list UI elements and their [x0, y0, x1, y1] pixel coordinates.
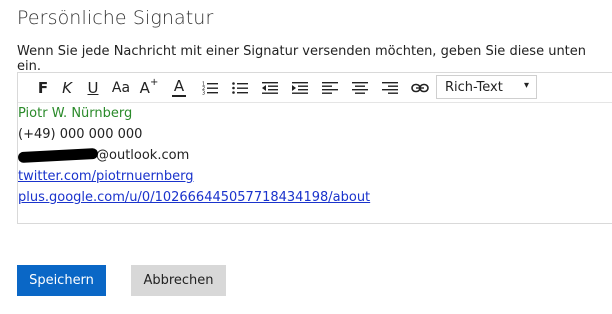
format-select[interactable]: Rich-Text ▾	[436, 75, 537, 99]
signature-email: @outlook.com	[17, 145, 370, 166]
link-icon[interactable]	[409, 77, 431, 99]
italic-icon[interactable]: K	[56, 77, 78, 99]
grow-font-letter: A	[139, 79, 150, 97]
font-color-icon[interactable]: A	[168, 77, 190, 99]
signature-editor[interactable]: F K U Aa A + A 123 Rich-Text ▾ Piotr W. …	[17, 72, 612, 224]
numbered-list-icon[interactable]: 123	[199, 77, 221, 99]
signature-email-suffix: @outlook.com	[96, 148, 190, 163]
align-center-icon[interactable]	[349, 77, 371, 99]
bold-icon[interactable]: F	[32, 77, 54, 99]
format-select-value: Rich-Text	[445, 79, 503, 95]
grow-font-icon[interactable]: A +	[138, 77, 160, 99]
editor-toolbar: F K U Aa A + A 123 Rich-Text ▾	[18, 73, 612, 103]
cancel-button[interactable]: Abbrechen	[131, 265, 226, 296]
signature-name: Piotr W. Nürnberg	[18, 106, 133, 121]
underline-icon[interactable]: U	[82, 77, 104, 99]
signature-phone: (+49) 000 000 000	[18, 127, 143, 142]
save-button[interactable]: Speichern	[17, 265, 106, 296]
align-left-icon[interactable]	[319, 77, 341, 99]
google-plus-link[interactable]: plus.google.com/u/0/10266644505771843419…	[18, 187, 370, 208]
align-right-icon[interactable]	[379, 77, 401, 99]
page-title: Persönliche Signatur	[17, 7, 214, 29]
redaction-mark	[17, 147, 99, 164]
font-color-bar	[172, 95, 186, 97]
signature-description: Wenn Sie jede Nachricht mit einer Signat…	[17, 44, 587, 74]
font-size-icon[interactable]: Aa	[110, 77, 132, 99]
bulleted-list-icon[interactable]	[229, 77, 251, 99]
font-color-letter: A	[173, 77, 185, 95]
decrease-indent-icon[interactable]	[259, 77, 281, 99]
svg-text:3: 3	[202, 91, 205, 96]
increase-indent-icon[interactable]	[289, 77, 311, 99]
chevron-down-icon: ▾	[523, 80, 529, 91]
signature-content[interactable]: Piotr W. Nürnberg (+49) 000 000 000 @out…	[17, 103, 370, 208]
grow-font-plus: +	[149, 76, 159, 88]
twitter-link[interactable]: twitter.com/piotrnuernberg	[18, 166, 370, 187]
